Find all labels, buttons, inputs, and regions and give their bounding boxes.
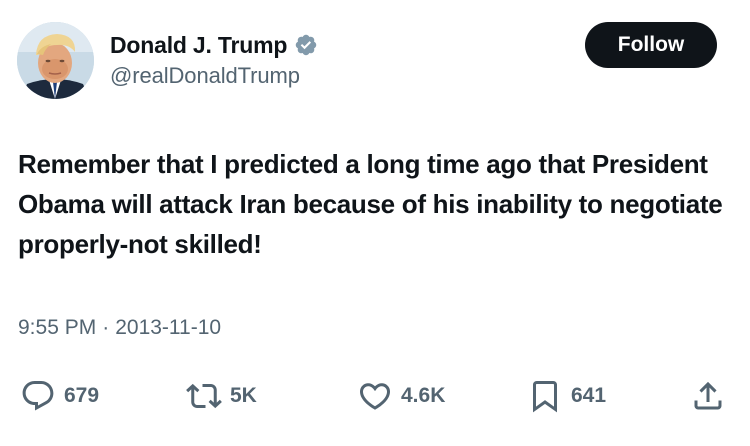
display-name[interactable]: Donald J. Trump [110, 32, 287, 59]
follow-button[interactable]: Follow [585, 22, 717, 68]
tweet-timestamp[interactable]: 9:55 PM · 2013-11-10 [18, 316, 221, 340]
profile-photo [17, 22, 94, 99]
reply-icon [22, 381, 54, 411]
retweet-button[interactable]: 5K [186, 374, 257, 418]
user-handle[interactable]: @realDonaldTrump [110, 63, 300, 89]
like-count: 4.6K [401, 384, 446, 407]
bookmark-button[interactable]: 641 [527, 374, 606, 418]
bookmark-count: 641 [571, 384, 607, 407]
retweet-count: 5K [230, 384, 257, 407]
tweet-date: 2013-11-10 [115, 316, 222, 339]
like-button[interactable]: 4.6K [357, 374, 445, 418]
reply-button[interactable]: 679 [20, 374, 99, 418]
retweet-icon [186, 383, 222, 409]
author-name-row: Donald J. Trump [110, 30, 318, 60]
bookmark-icon [533, 381, 557, 413]
verified-badge-icon [295, 34, 317, 56]
meta-separator: · [102, 316, 110, 339]
action-bar: 679 5K 4.6K 641 [0, 374, 750, 418]
share-icon [694, 381, 722, 410]
tweet-text: Remember that I predicted a long time ag… [18, 149, 723, 259]
tweet-time: 9:55 PM [18, 316, 97, 339]
reply-count: 679 [64, 384, 100, 407]
share-button[interactable] [690, 374, 726, 418]
heart-icon [359, 383, 391, 410]
avatar[interactable] [17, 22, 94, 99]
